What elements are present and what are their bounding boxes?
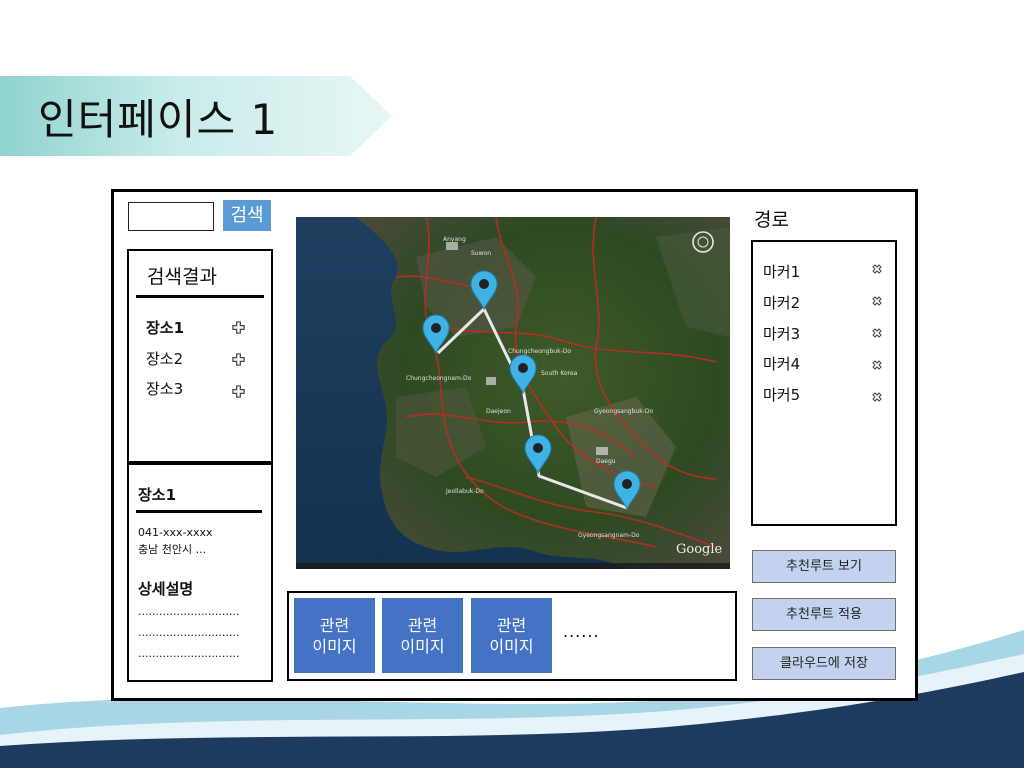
related-image-label: 이미지	[489, 636, 534, 656]
remove-marker-icon[interactable]	[871, 263, 883, 275]
description-line: .............................	[138, 605, 240, 618]
remove-marker-icon[interactable]	[871, 295, 883, 307]
remove-marker-icon[interactable]	[871, 359, 883, 371]
related-image-label: 이미지	[312, 636, 357, 656]
map-label: Gyeongsangbuk-Do	[594, 408, 653, 415]
related-image-label: 관련	[407, 615, 438, 635]
related-image-label: 관련	[496, 615, 527, 635]
related-more-indicator[interactable]: ......	[563, 622, 600, 641]
map-label: Chungcheongnam-Do	[406, 375, 472, 382]
map-watermark: Google	[676, 542, 723, 557]
search-input[interactable]	[128, 202, 214, 231]
add-plus-icon[interactable]	[232, 385, 245, 398]
route-title: 경로	[754, 209, 789, 231]
map-label: Gyeongsangnam-Do	[578, 532, 640, 539]
save-to-cloud-button[interactable]: 클라우드에 저장	[752, 647, 896, 680]
related-image-label: 이미지	[400, 636, 445, 656]
related-image-label: 관련	[319, 615, 350, 635]
result-item-2[interactable]: 장소2	[146, 348, 183, 369]
remove-marker-icon[interactable]	[871, 391, 883, 403]
slide-title: 인터페이스 1	[38, 95, 279, 144]
description-line: .............................	[138, 626, 240, 639]
search-results-title: 검색결과	[147, 266, 217, 288]
related-image-tile[interactable]: 관련 이미지	[294, 598, 375, 673]
detail-address: 충남 천안시 ...	[138, 543, 207, 556]
apply-recommended-route-button[interactable]: 추천루트 적용	[752, 598, 896, 631]
route-marker-item[interactable]: 마커2	[763, 292, 800, 313]
add-plus-icon[interactable]	[232, 353, 245, 366]
divider	[136, 295, 264, 298]
result-item-1[interactable]: 장소1	[146, 317, 184, 338]
add-plus-icon[interactable]	[232, 321, 245, 334]
route-marker-item[interactable]: 마커1	[763, 261, 800, 282]
map-label: Anyang	[443, 236, 466, 243]
detail-phone: 041-xxx-xxxx	[138, 526, 213, 539]
search-button[interactable]: 검색	[223, 200, 271, 231]
result-item-3[interactable]: 장소3	[146, 378, 183, 399]
detail-description-title: 상세설명	[138, 580, 194, 598]
detail-title: 장소1	[138, 486, 177, 504]
divider	[136, 510, 262, 513]
route-marker-item[interactable]: 마커4	[763, 353, 800, 374]
route-marker-item[interactable]: 마커3	[763, 323, 800, 344]
description-line: .............................	[138, 647, 240, 660]
map-label: Chungcheongbuk-Do	[508, 348, 571, 355]
map-label: Suwon	[471, 250, 491, 257]
route-marker-list	[751, 240, 897, 526]
map-label: Daejeon	[486, 408, 511, 415]
route-marker-item[interactable]: 마커5	[763, 384, 800, 405]
related-image-tile[interactable]: 관련 이미지	[382, 598, 463, 673]
map-label: Daegu	[596, 458, 616, 465]
map-label: South Korea	[541, 370, 578, 377]
map-label: Jeollabuk-Do	[445, 488, 484, 495]
related-image-tile[interactable]: 관련 이미지	[471, 598, 552, 673]
route-map[interactable]: Anyang Suwon Chungcheongbuk-Do Chungcheo…	[296, 217, 730, 569]
remove-marker-icon[interactable]	[871, 327, 883, 339]
view-recommended-route-button[interactable]: 추천루트 보기	[752, 550, 896, 583]
